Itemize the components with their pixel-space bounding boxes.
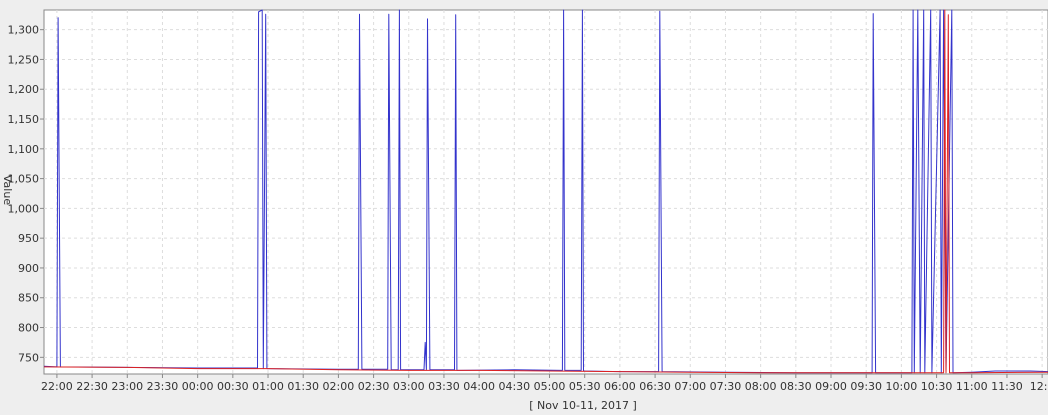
y-tick-label: 900 (18, 262, 39, 275)
y-tick-label: 750 (18, 351, 39, 364)
x-tick-label: 04:00 (463, 380, 495, 393)
x-tick-label: 06:30 (639, 380, 671, 393)
x-tick-label: 22:30 (76, 380, 108, 393)
x-tick-label: 08:00 (745, 380, 777, 393)
plot-area (43, 9, 1048, 375)
x-tick-label: 01:00 (252, 380, 284, 393)
x-tick-label: 11:00 (956, 380, 988, 393)
y-tick-label: 800 (18, 322, 39, 335)
x-tick-label: 10:30 (921, 380, 953, 393)
x-tick-label: 02:00 (323, 380, 355, 393)
x-tick-label: 05:30 (569, 380, 601, 393)
x-tick-label: 09:30 (850, 380, 882, 393)
y-axis-label: Value (1, 175, 14, 205)
y-tick-label: 850 (18, 292, 39, 305)
x-tick-label: 22:00 (41, 380, 73, 393)
y-tick-label: 1,300 (8, 24, 40, 37)
x-tick-label: 01:30 (287, 380, 319, 393)
y-tick-label: 1,150 (8, 113, 40, 126)
x-axis: 22:00 22:30 23:00 23:30 00:00 00:30 01:00 01:30… (41, 374, 1048, 393)
x-tick-label: 23:30 (147, 380, 179, 393)
x-tick-label: 04:30 (498, 380, 530, 393)
x-tick-label: 05:00 (534, 380, 566, 393)
x-tick-label: 02:30 (358, 380, 390, 393)
line-chart: 7508008509009501,0001,0501,1001,1501,200… (1, 9, 1048, 412)
x-axis-label: [ Nov 10-11, 2017 ] (529, 399, 637, 412)
y-tick-label: 950 (18, 232, 39, 245)
y-tick-label: 1,250 (8, 53, 40, 66)
x-tick-label: 08:30 (780, 380, 812, 393)
y-tick-label: 1,100 (8, 143, 40, 156)
x-tick-label: 03:30 (428, 380, 460, 393)
x-tick-label: 07:30 (710, 380, 742, 393)
x-tick-label: 00:30 (217, 380, 249, 393)
x-tick-label: 06:00 (604, 380, 636, 393)
x-tick-label: 07:00 (674, 380, 706, 393)
x-tick-label: 00:00 (182, 380, 214, 393)
x-tick-label: 12:0 (1030, 380, 1048, 393)
x-tick-label: 09:00 (815, 380, 847, 393)
x-tick-label: 11:30 (991, 380, 1023, 393)
y-tick-label: 1,200 (8, 83, 40, 96)
x-tick-label: 03:00 (393, 380, 425, 393)
x-tick-label: 23:00 (111, 380, 143, 393)
x-tick-label: 10:00 (886, 380, 918, 393)
